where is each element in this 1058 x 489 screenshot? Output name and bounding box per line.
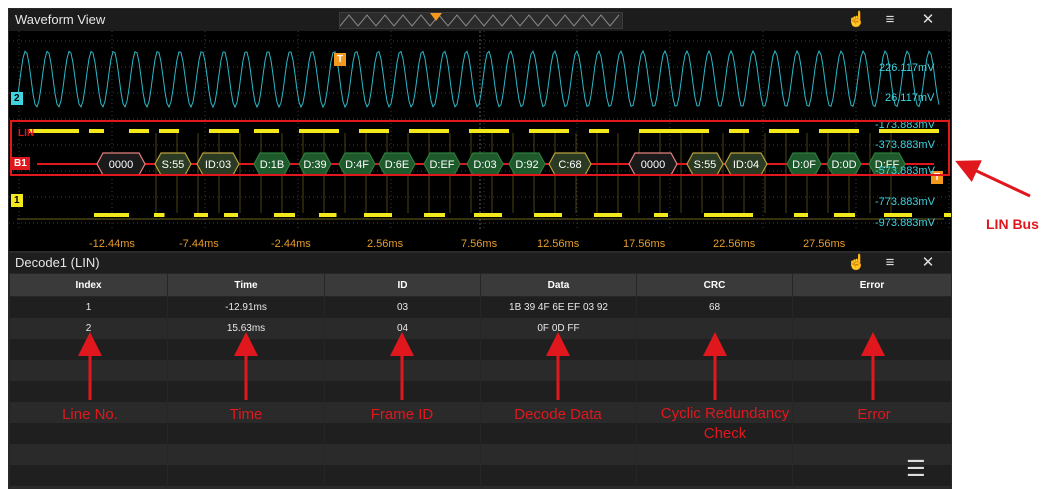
time-label: -12.44ms bbox=[89, 238, 135, 250]
annotation-time: Time bbox=[229, 406, 263, 423]
time-label: 2.56ms bbox=[367, 238, 404, 250]
decode-title: Decode1 (LIN) bbox=[15, 255, 100, 270]
column-header-crc[interactable]: CRC bbox=[636, 273, 793, 297]
channel-1-signal-segment bbox=[474, 213, 502, 217]
voltage-label: -773.883mV bbox=[875, 196, 935, 208]
touch-icon[interactable]: ☝ bbox=[847, 11, 866, 29]
close-icon[interactable]: ✕ bbox=[919, 11, 937, 29]
time-label: 17.56ms bbox=[623, 238, 666, 250]
channel-1-signal-segment bbox=[224, 213, 238, 217]
overview-waveform bbox=[339, 14, 620, 27]
voltage-label: 226.117mV bbox=[879, 62, 935, 74]
column-header-index[interactable]: Index bbox=[9, 273, 168, 297]
channel-2-tag[interactable]: 2 bbox=[11, 92, 23, 105]
trigger-marker-top[interactable]: T bbox=[334, 53, 347, 66]
cell-crc: 68 bbox=[636, 296, 793, 318]
cell-index: 1 bbox=[9, 296, 168, 318]
channel-1-signal-segment bbox=[274, 213, 295, 217]
column-header-error[interactable]: Error bbox=[792, 273, 951, 297]
voltage-label: 26.117mV bbox=[885, 92, 935, 104]
channel-1-signal-segment bbox=[424, 213, 445, 217]
lin-bus-label: LIN Bus bbox=[986, 216, 1039, 232]
cell-index: 2 bbox=[9, 318, 168, 339]
arrow-lin-bus bbox=[955, 160, 1031, 198]
close-icon[interactable]: ✕ bbox=[919, 254, 937, 272]
waveform-title: Waveform View bbox=[15, 12, 106, 27]
time-label: 27.56ms bbox=[803, 238, 846, 250]
column-header-id[interactable]: ID bbox=[324, 273, 481, 297]
channel-1-tag[interactable]: 1 bbox=[11, 194, 23, 207]
channel-1-signal-segment bbox=[654, 213, 668, 217]
channel-1-signal-segment bbox=[364, 213, 392, 217]
annotation-crc: Cyclic Redundancy Check bbox=[660, 405, 790, 442]
decode-panel: Decode1 (LIN) ☝ ≡ ✕ Index Time ID Data C… bbox=[8, 252, 952, 489]
collapse-menu-icon[interactable]: ☰ bbox=[906, 456, 926, 482]
touch-icon[interactable]: ☝ bbox=[847, 254, 866, 272]
cell-error bbox=[792, 296, 951, 318]
menu-icon[interactable]: ≡ bbox=[881, 11, 899, 29]
cell-crc bbox=[636, 318, 793, 339]
cell-error bbox=[792, 318, 951, 339]
cell-id: 04 bbox=[324, 318, 481, 339]
channel-1-signal-segment bbox=[794, 213, 808, 217]
waveform-overview[interactable] bbox=[339, 12, 623, 29]
channel-1-signal-segment bbox=[704, 213, 753, 217]
channel-1-signal-segment bbox=[154, 213, 165, 217]
decode-table: Index Time ID Data CRC Error 1 -12.91ms … bbox=[9, 273, 951, 488]
column-header-time[interactable]: Time bbox=[167, 273, 325, 297]
cell-data: 1B 39 4F 6E EF 03 92 bbox=[480, 296, 637, 318]
time-label: -2.44ms bbox=[271, 238, 311, 250]
channel-1-signal-segment bbox=[534, 213, 562, 217]
channel-1-signal-segment bbox=[594, 213, 622, 217]
table-row[interactable]: 2 15.63ms 04 0F 0D FF bbox=[9, 318, 951, 339]
menu-icon[interactable]: ≡ bbox=[881, 254, 899, 272]
time-label: 22.56ms bbox=[713, 238, 756, 250]
waveform-title-bar: Waveform View ☝ ≡ ✕ bbox=[9, 9, 951, 31]
lin-bus-highlight-box bbox=[10, 120, 950, 176]
annotation-error: Error bbox=[857, 406, 891, 423]
annotation-decode-data: Decode Data bbox=[514, 406, 602, 423]
time-label: 12.56ms bbox=[537, 238, 580, 250]
time-label: 7.56ms bbox=[461, 238, 498, 250]
channel-2-waveform bbox=[16, 49, 940, 109]
annotation-frame-id: Frame ID bbox=[370, 406, 434, 423]
channel-1-signal-segment bbox=[194, 213, 208, 217]
table-row[interactable]: 1 -12.91ms 03 1B 39 4F 6E EF 03 92 68 bbox=[9, 296, 951, 318]
channel-1-signal-segment bbox=[319, 213, 337, 217]
voltage-label: -973.883mV bbox=[875, 217, 935, 229]
decode-title-bar: Decode1 (LIN) ☝ ≡ ✕ bbox=[9, 253, 951, 273]
cell-data: 0F 0D FF bbox=[480, 318, 637, 339]
cell-time: 15.63ms bbox=[167, 318, 325, 339]
time-label: -7.44ms bbox=[179, 238, 219, 250]
channel-1-signal-segment bbox=[94, 213, 129, 217]
annotation-line-no: Line No. bbox=[62, 406, 118, 423]
cell-time: -12.91ms bbox=[167, 296, 325, 318]
channel-1-signal-segment bbox=[944, 213, 951, 217]
channel-1-signal-segment bbox=[834, 213, 855, 217]
cell-id: 03 bbox=[324, 296, 481, 318]
trigger-position-marker[interactable] bbox=[430, 13, 442, 21]
column-header-data[interactable]: Data bbox=[480, 273, 637, 297]
